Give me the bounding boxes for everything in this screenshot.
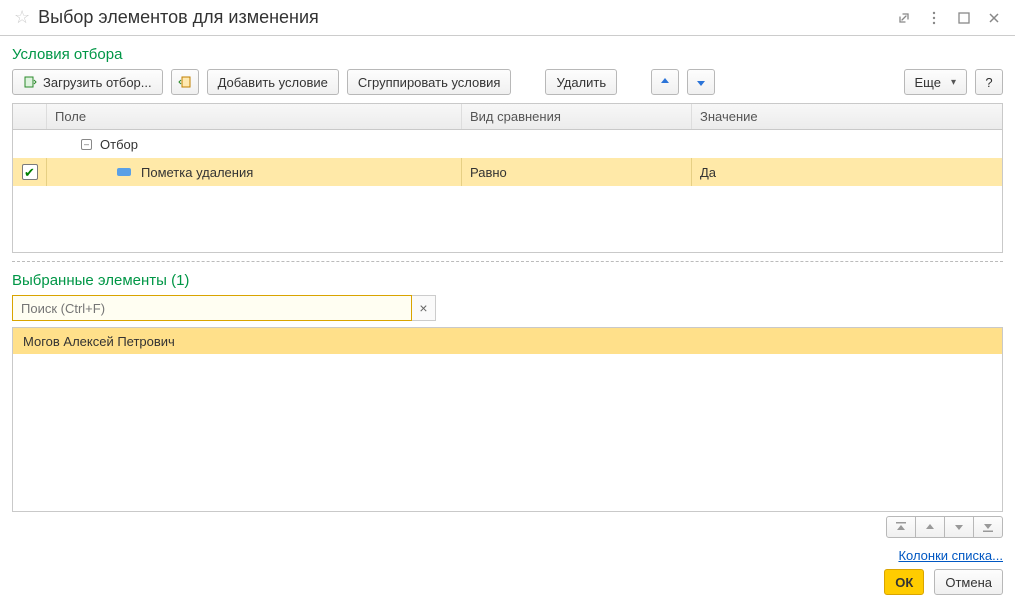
- cancel-label: Отмена: [945, 575, 992, 590]
- filter-section-title: Условия отбора: [12, 46, 1003, 63]
- arrow-up-icon: [659, 76, 671, 88]
- row-field: Пометка удаления: [141, 165, 253, 180]
- selected-items-list[interactable]: Могов Алексей Петрович: [12, 327, 1003, 512]
- dialog-footer: ОК Отмена: [12, 569, 1003, 595]
- save-filter-button[interactable]: [171, 69, 199, 95]
- move-up-button[interactable]: [651, 69, 679, 95]
- header-value[interactable]: Значение: [692, 104, 1002, 129]
- close-icon[interactable]: [983, 7, 1005, 29]
- maximize-icon[interactable]: [953, 7, 975, 29]
- clear-search-button[interactable]: ×: [412, 295, 436, 321]
- move-up-list-button[interactable]: [916, 516, 945, 538]
- search-input[interactable]: [12, 295, 412, 321]
- row-checkbox[interactable]: [22, 164, 38, 180]
- row-value: [692, 130, 1002, 158]
- collapse-icon[interactable]: –: [81, 139, 92, 150]
- group-conditions-label: Сгруппировать условия: [358, 75, 501, 90]
- list-item[interactable]: Могов Алексей Петрович: [13, 328, 1002, 354]
- row-compare: Равно: [462, 158, 692, 186]
- more-label: Еще: [915, 75, 941, 90]
- add-condition-label: Добавить условие: [218, 75, 328, 90]
- add-condition-button[interactable]: Добавить условие: [207, 69, 339, 95]
- filter-table: Поле Вид сравнения Значение – Отбор: [12, 103, 1003, 253]
- header-checkbox-col: [13, 104, 47, 129]
- row-compare: [462, 130, 692, 158]
- load-filter-label: Загрузить отбор...: [43, 75, 152, 90]
- link-icon[interactable]: [893, 7, 915, 29]
- cancel-button[interactable]: Отмена: [934, 569, 1003, 595]
- kebab-menu-icon[interactable]: [923, 7, 945, 29]
- import-icon: [23, 75, 37, 89]
- columns-link[interactable]: Колонки списка...: [898, 548, 1003, 563]
- window-title: Выбор элементов для изменения: [38, 7, 885, 28]
- arrow-up-icon: [924, 522, 936, 532]
- sort-controls: [12, 516, 1003, 538]
- table-row[interactable]: Пометка удаления Равно Да: [13, 158, 1002, 186]
- delete-button[interactable]: Удалить: [545, 69, 617, 95]
- ok-button[interactable]: ОК: [884, 569, 924, 595]
- filter-toolbar: Загрузить отбор... Добавить условие Сгру…: [12, 69, 1003, 95]
- field-icon: [117, 168, 131, 176]
- load-filter-button[interactable]: Загрузить отбор...: [12, 69, 163, 95]
- filter-table-header: Поле Вид сравнения Значение: [13, 104, 1002, 130]
- move-down-list-button[interactable]: [945, 516, 974, 538]
- help-label: ?: [985, 75, 992, 90]
- move-bottom-button[interactable]: [974, 516, 1003, 538]
- arrow-down-icon: [695, 76, 707, 88]
- selected-section-title: Выбранные элементы (1): [12, 272, 1003, 289]
- table-row[interactable]: – Отбор: [13, 130, 1002, 158]
- favorite-star-icon[interactable]: ☆: [14, 7, 30, 28]
- delete-label: Удалить: [556, 75, 606, 90]
- list-item-label: Могов Алексей Петрович: [23, 334, 175, 349]
- header-compare[interactable]: Вид сравнения: [462, 104, 692, 129]
- section-divider: [12, 261, 1003, 262]
- move-down-button[interactable]: [687, 69, 715, 95]
- header-field[interactable]: Поле: [47, 104, 462, 129]
- export-icon: [178, 75, 192, 89]
- row-value: Да: [692, 158, 1002, 186]
- arrow-down-icon: [953, 522, 965, 532]
- ok-label: ОК: [895, 575, 913, 590]
- help-button[interactable]: ?: [975, 69, 1003, 95]
- arrow-bottom-icon: [982, 522, 994, 532]
- group-conditions-button[interactable]: Сгруппировать условия: [347, 69, 512, 95]
- move-top-button[interactable]: [886, 516, 916, 538]
- titlebar: ☆ Выбор элементов для изменения: [0, 0, 1015, 36]
- row-field: Отбор: [100, 137, 138, 152]
- more-button[interactable]: Еще: [904, 69, 967, 95]
- arrow-top-icon: [895, 522, 907, 532]
